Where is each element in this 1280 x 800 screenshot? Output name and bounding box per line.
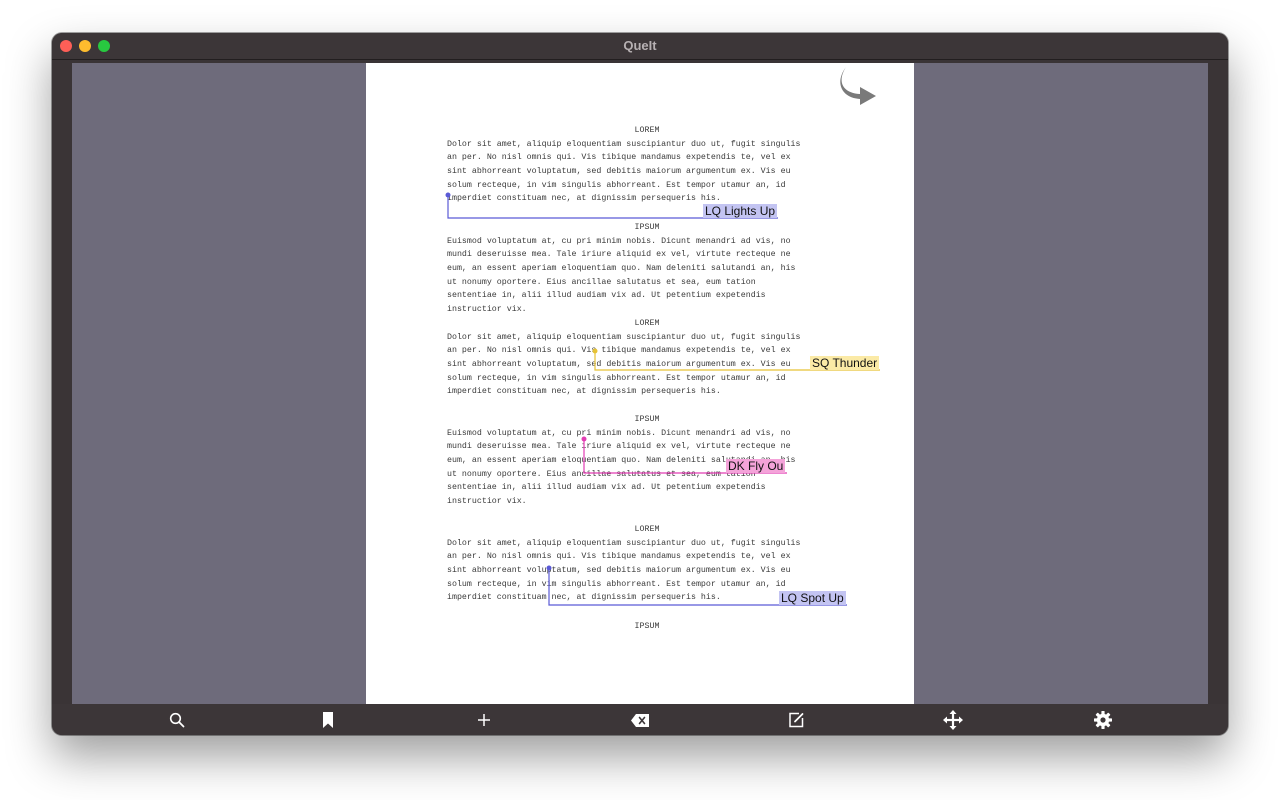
scene-block: LOREM Dolor sit amet, aliquip eloquentia… <box>447 523 847 605</box>
script-line: solum recteque, in vim singulis abhorrea… <box>447 579 786 589</box>
script-line: an per. No nisl omnis qui. Vis tibique m… <box>447 153 791 163</box>
script-line: sententiae in, alii illud audiam vix ad.… <box>447 483 766 493</box>
scene-heading: LOREM <box>634 319 660 328</box>
title-bar: QueIt <box>52 33 1228 60</box>
settings-button[interactable] <box>1091 708 1115 732</box>
scene-heading: IPSUM <box>634 622 660 631</box>
scene-block: LOREM Dolor sit amet, aliquip eloquentia… <box>447 124 847 206</box>
script-line: Euismod voluptatum at, cu pri minim nobi… <box>447 428 791 438</box>
script-line: an per. No nisl omnis qui. Vis tibique m… <box>447 346 791 356</box>
bookmark-icon <box>323 712 333 728</box>
script-line: imperdiet constituam nec, at dignissim p… <box>447 194 721 204</box>
scene-block: LOREM Dolor sit amet, aliquip eloquentia… <box>447 317 847 399</box>
scene-heading: IPSUM <box>634 223 660 232</box>
scene-heading: LOREM <box>634 525 660 534</box>
edit-button[interactable] <box>784 708 808 732</box>
document-area[interactable]: LOREM Dolor sit amet, aliquip eloquentia… <box>72 63 1208 704</box>
scene-heading: LOREM <box>634 126 660 135</box>
script-line: imperdiet constituam nec, at dignissim p… <box>447 593 721 603</box>
script-line: instructior vix. <box>447 497 527 507</box>
app-window: QueIt LOREM Dolor sit amet, aliquip eloq… <box>52 33 1228 735</box>
script-line: sint abhorreant voluptatum, sed debitis … <box>447 360 791 370</box>
script-line: imperdiet constituam nec, at dignissim p… <box>447 387 721 397</box>
script-line: Dolor sit amet, aliquip eloquentiam susc… <box>447 332 801 342</box>
add-button[interactable] <box>472 708 496 732</box>
script-line: Dolor sit amet, aliquip eloquentiam susc… <box>447 139 801 149</box>
search-button[interactable] <box>165 708 189 732</box>
script-page[interactable]: LOREM Dolor sit amet, aliquip eloquentia… <box>366 63 914 704</box>
script-line: Euismod voluptatum at, cu pri minim nobi… <box>447 236 791 246</box>
script-line: Dolor sit amet, aliquip eloquentiam susc… <box>447 538 801 548</box>
move-button[interactable] <box>941 708 965 732</box>
gear-icon <box>1094 711 1112 729</box>
script-line: sint abhorreant voluptatum, sed debitis … <box>447 566 791 576</box>
script-line: eum, an essent aperiam eloquentiam quo. … <box>447 456 796 466</box>
scene-heading: IPSUM <box>634 415 660 424</box>
script-line: sententiae in, alii illud audiam vix ad.… <box>447 291 766 301</box>
scene-block: IPSUM Euismod voluptatum at, cu pri mini… <box>447 221 847 317</box>
script-line: mundi deseruisse mea. Tale iriure aliqui… <box>447 250 791 260</box>
script-line: ut nonumy oportere. Eius ancillae saluta… <box>447 277 756 287</box>
scene-block: IPSUM <box>447 620 847 634</box>
script-line: instructior vix. <box>447 305 527 315</box>
delete-button[interactable] <box>628 708 652 732</box>
delete-icon <box>631 713 649 727</box>
script-line: mundi deseruisse mea. Tale iriure aliqui… <box>447 442 791 452</box>
script-line: ut nonumy oportere. Eius ancillae saluta… <box>447 469 756 479</box>
script-line: eum, an essent aperiam eloquentiam quo. … <box>447 264 796 274</box>
bottom-toolbar <box>52 704 1228 735</box>
script-line: solum recteque, in vim singulis abhorrea… <box>447 180 786 190</box>
bookmark-button[interactable] <box>316 708 340 732</box>
search-icon <box>169 712 185 728</box>
move-icon <box>943 710 963 730</box>
script-line: an per. No nisl omnis qui. Vis tibique m… <box>447 552 791 562</box>
scene-block: IPSUM Euismod voluptatum at, cu pri mini… <box>447 413 847 509</box>
edit-icon <box>789 712 804 728</box>
page-turn-arrow-icon[interactable] <box>836 63 880 107</box>
plus-icon <box>478 714 490 726</box>
script-line: sint abhorreant voluptatum, sed debitis … <box>447 167 791 177</box>
script-line: solum recteque, in vim singulis abhorrea… <box>447 373 786 383</box>
window-title: QueIt <box>623 38 657 53</box>
